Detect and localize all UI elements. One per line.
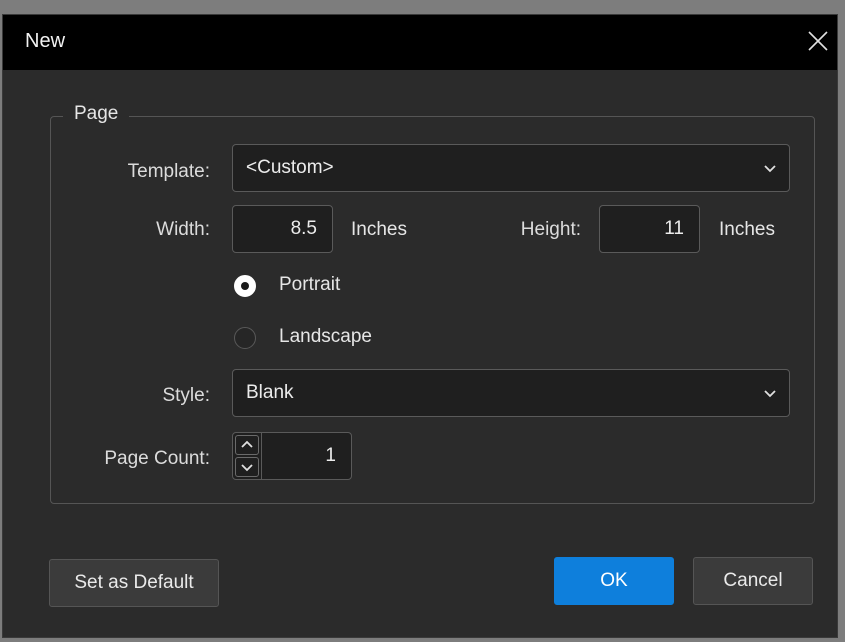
width-label: Width:	[156, 219, 210, 240]
style-value: Blank	[246, 382, 294, 403]
landscape-label: Landscape	[279, 326, 372, 347]
chevron-up-icon[interactable]	[235, 435, 259, 455]
height-input[interactable]: 11	[599, 205, 700, 253]
chevron-down-icon[interactable]	[235, 457, 259, 477]
landscape-radio[interactable]	[234, 327, 256, 349]
cancel-button[interactable]: Cancel	[693, 557, 813, 605]
height-value: 11	[664, 218, 684, 239]
template-label: Template:	[127, 161, 210, 182]
ok-button[interactable]: OK	[554, 557, 674, 605]
height-unit: Inches	[719, 219, 775, 240]
page-count-value: 1	[325, 445, 336, 466]
width-value: 8.5	[290, 218, 317, 239]
title-bar: New	[3, 15, 837, 70]
page-count-input[interactable]: 1	[232, 432, 352, 480]
page-group-legend: Page	[63, 103, 130, 125]
close-icon[interactable]	[805, 28, 831, 54]
width-input[interactable]: 8.5	[232, 205, 333, 253]
page-count-spinner	[233, 433, 262, 479]
style-label: Style:	[162, 385, 210, 406]
chevron-down-icon	[763, 386, 777, 400]
template-select[interactable]: <Custom>	[232, 144, 790, 192]
width-unit: Inches	[351, 219, 407, 240]
set-default-button[interactable]: Set as Default	[49, 559, 219, 607]
page-group: Page Template: <Custom> Width: 8.5 Inche…	[50, 103, 815, 504]
new-dialog: New Page Template: <Custom> Width: 8.5 I…	[2, 14, 838, 638]
portrait-label: Portrait	[279, 274, 341, 295]
template-value: <Custom>	[246, 157, 334, 178]
chevron-down-icon	[763, 161, 777, 175]
portrait-radio[interactable]	[234, 275, 256, 297]
page-count-label: Page Count:	[104, 448, 210, 469]
dialog-title: New	[25, 30, 66, 52]
height-label: Height:	[520, 219, 581, 240]
style-select[interactable]: Blank	[232, 369, 790, 417]
